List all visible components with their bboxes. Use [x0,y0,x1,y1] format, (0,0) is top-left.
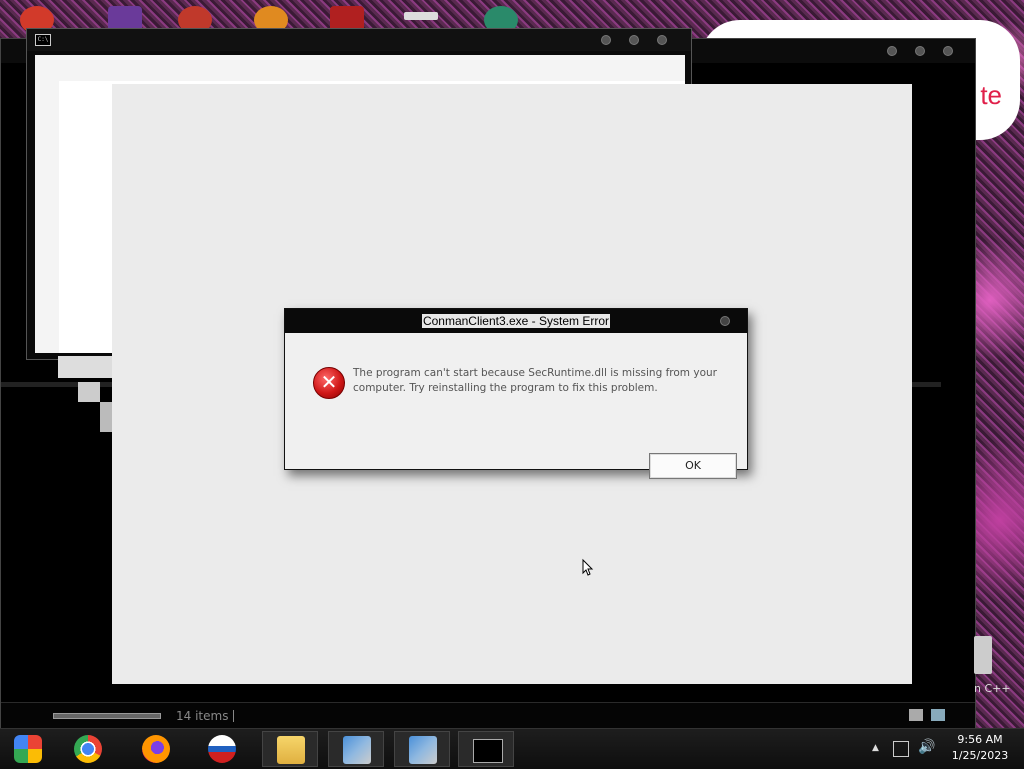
horizontal-scrollbar[interactable] [53,713,161,719]
taskbar-photos[interactable] [0,731,56,767]
maximize-button[interactable] [915,46,925,56]
render-artifact [100,402,112,432]
dialog-close-button[interactable] [720,316,730,326]
taskbar-cmd[interactable] [458,731,514,767]
error-x-icon: ✕ [313,367,345,399]
render-artifact [58,356,112,378]
photos-icon [14,735,42,763]
cmd-icon [473,739,503,763]
network-icon[interactable] [893,741,909,757]
installer-icon [343,736,371,764]
taskbar-chrome[interactable] [60,731,116,767]
minimize-button[interactable] [887,46,897,56]
bubble-text: te [980,80,1002,110]
dialog-title-wrap: ConmanClient3.exe - System Error [285,309,747,333]
large-icons-view-icon[interactable] [931,709,945,721]
desktop-top-icons [0,0,560,34]
white-bar-icon[interactable] [404,12,438,20]
folder-icon [277,736,305,764]
installer-icon [409,736,437,764]
recycle-bin-icon[interactable] [974,636,992,674]
clock-date: 1/25/2023 [951,749,1009,762]
media-icon [208,735,236,763]
taskbar-installer-1[interactable] [328,731,384,767]
console-maximize-button[interactable] [629,35,639,45]
taskbar-firefox[interactable] [128,731,184,767]
error-message: The program can't start because SecRunti… [353,367,717,394]
taskbar-installer-2[interactable] [394,731,450,767]
clock-time: 9:56 AM [957,733,1003,746]
dialog-title: ConmanClient3.exe - System Error [421,314,611,328]
console-close-button[interactable] [657,35,667,45]
taskbar-clock[interactable]: 9:56 AM 1/25/2023 [940,732,1020,764]
console-minimize-button[interactable] [601,35,611,45]
explorer-statusbar: 14 items [1,702,975,729]
system-error-dialog: ConmanClient3.exe - System Error ✕ The p… [284,308,748,479]
ok-button[interactable]: OK [649,453,737,479]
details-view-icon[interactable] [909,709,923,721]
status-separator [233,710,234,722]
console-titlebar[interactable]: C:\ [27,29,691,51]
cmd-window-icon: C:\ [35,34,51,46]
chrome-icon [74,735,102,763]
dialog-body: ✕ The program can't start because SecRun… [287,333,743,479]
show-hidden-icons-chevron-icon[interactable]: ▲ [872,743,879,753]
mouse-cursor-icon [582,558,594,576]
taskbar-media[interactable] [194,731,250,767]
render-artifact [78,382,100,402]
desktop-icon-label: n C++ [974,682,1011,695]
dialog-titlebar[interactable]: ConmanClient3.exe - System Error [285,309,747,333]
close-button[interactable] [943,46,953,56]
item-count: 14 items [176,709,229,723]
taskbar: ▲ 🔊 9:56 AM 1/25/2023 [0,728,1024,769]
volume-icon[interactable]: 🔊 [918,739,935,755]
firefox-icon [142,735,170,763]
taskbar-file-explorer[interactable] [262,731,318,767]
